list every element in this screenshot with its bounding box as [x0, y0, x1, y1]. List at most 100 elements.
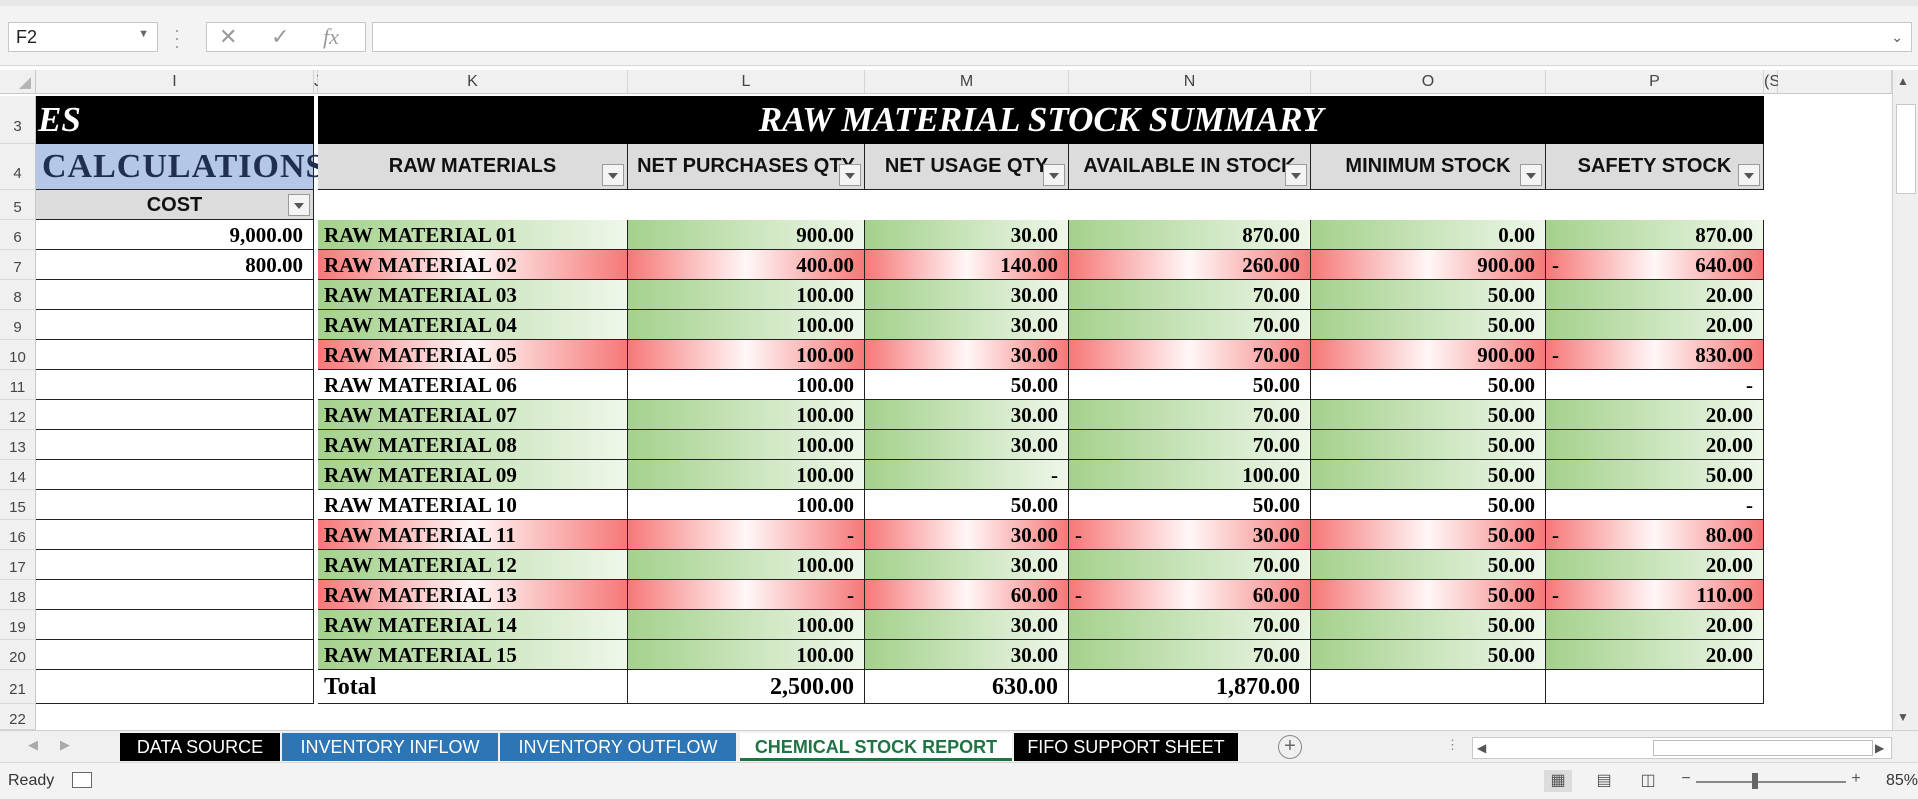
column-header[interactable]: (S [1764, 70, 1780, 94]
stock-usage-cell[interactable]: 30.00 [865, 400, 1069, 430]
stock-safety-cell[interactable]: 20.00 [1546, 550, 1764, 580]
material-name-cell[interactable]: RAW MATERIAL 04 [318, 310, 628, 340]
table-header[interactable]: MINIMUM STOCK [1311, 144, 1546, 190]
stock-purchases-cell[interactable]: 100.00 [628, 280, 865, 310]
sheet-tab[interactable]: DATA SOURCE [120, 733, 280, 761]
stock-usage-cell[interactable]: 30.00 [865, 610, 1069, 640]
row-header[interactable]: 15 [0, 490, 36, 520]
cost-cell[interactable] [36, 370, 314, 400]
stock-usage-cell[interactable]: 30.00 [865, 220, 1069, 250]
formula-input[interactable]: ⌄ [372, 22, 1912, 52]
sheet-tab[interactable]: FIFO SUPPORT SHEET [1014, 733, 1238, 761]
cost-cell[interactable] [36, 670, 314, 704]
stock-minimum-cell[interactable]: 900.00 [1311, 340, 1546, 370]
horizontal-scrollbar[interactable]: ◀ ▶ [1472, 737, 1892, 759]
cost-cell[interactable] [36, 310, 314, 340]
stock-available-cell[interactable]: 50.00 [1069, 370, 1311, 400]
stock-available-cell[interactable]: 70.00 [1069, 610, 1311, 640]
total-label[interactable]: Total [318, 670, 628, 704]
row-header[interactable]: 11 [0, 370, 36, 400]
page-layout-icon[interactable]: ▤ [1590, 770, 1618, 792]
column-header-empty[interactable] [1778, 70, 1892, 94]
filter-dropdown-icon[interactable] [1738, 164, 1760, 186]
column-header[interactable]: I [36, 70, 314, 94]
stock-usage-cell[interactable]: 30.00 [865, 550, 1069, 580]
stock-minimum-cell[interactable]: 50.00 [1311, 490, 1546, 520]
stock-safety-cell[interactable]: 20.00 [1546, 280, 1764, 310]
stock-available-cell[interactable]: 70.00 [1069, 310, 1311, 340]
stock-minimum-cell[interactable]: 50.00 [1311, 430, 1546, 460]
stock-available-cell[interactable]: 70.00 [1069, 550, 1311, 580]
row-header[interactable]: 16 [0, 520, 36, 550]
cost-cell[interactable] [36, 430, 314, 460]
cost-cell[interactable] [36, 640, 314, 670]
column-header[interactable]: M [865, 70, 1069, 94]
stock-available-cell[interactable]: 70.00 [1069, 340, 1311, 370]
stock-usage-cell[interactable]: 30.00 [865, 310, 1069, 340]
cost-cell[interactable] [36, 460, 314, 490]
stock-available-cell[interactable]: 100.00 [1069, 460, 1311, 490]
scroll-down-icon[interactable]: ▼ [1897, 710, 1909, 724]
table-header[interactable]: SAFETY STOCK [1546, 144, 1764, 190]
select-all-button[interactable] [0, 70, 36, 94]
stock-purchases-cell[interactable]: 100.00 [628, 370, 865, 400]
row-header[interactable]: 14 [0, 460, 36, 490]
row-header[interactable]: 20 [0, 640, 36, 670]
cost-cell[interactable] [36, 610, 314, 640]
cost-cell[interactable] [36, 580, 314, 610]
cost-cell[interactable] [36, 280, 314, 310]
material-name-cell[interactable]: RAW MATERIAL 10 [318, 490, 628, 520]
summary-title[interactable]: RAW MATERIAL STOCK SUMMARY [318, 96, 1764, 144]
sheet-tab[interactable]: INVENTORY OUTFLOW [500, 733, 736, 761]
column-header[interactable]: O [1311, 70, 1546, 94]
calculations-header[interactable]: CALCULATIONS [36, 144, 324, 190]
stock-purchases-cell[interactable]: 100.00 [628, 460, 865, 490]
row-header[interactable]: 7 [0, 250, 36, 280]
column-header[interactable]: K [318, 70, 628, 94]
scroll-left-icon[interactable]: ◀ [1477, 741, 1486, 755]
prev-sheet-icon[interactable]: ◀ [28, 737, 38, 753]
stock-purchases-cell[interactable]: 100.00 [628, 430, 865, 460]
vertical-scrollbar[interactable]: ▲ ▼ [1892, 70, 1918, 730]
cost-cell[interactable] [36, 520, 314, 550]
material-name-cell[interactable]: RAW MATERIAL 14 [318, 610, 628, 640]
column-header[interactable]: L [628, 70, 865, 94]
row-header[interactable]: 4 [0, 144, 36, 190]
row-header[interactable]: 17 [0, 550, 36, 580]
filter-dropdown-icon[interactable] [288, 194, 310, 216]
material-name-cell[interactable]: RAW MATERIAL 15 [318, 640, 628, 670]
stock-usage-cell[interactable]: 50.00 [865, 490, 1069, 520]
stock-minimum-cell[interactable]: 0.00 [1311, 220, 1546, 250]
material-name-cell[interactable]: RAW MATERIAL 01 [318, 220, 628, 250]
row-header[interactable]: 13 [0, 430, 36, 460]
left-banner[interactable]: ES [36, 96, 314, 144]
horizontal-scroll-thumb[interactable] [1653, 740, 1873, 756]
stock-safety-cell[interactable]: - [1546, 370, 1764, 400]
stock-usage-cell[interactable]: 30.00 [865, 520, 1069, 550]
cost-header[interactable]: COST [36, 190, 314, 220]
stock-usage-cell[interactable]: 60.00 [865, 580, 1069, 610]
table-header[interactable]: NET USAGE QTY [865, 144, 1069, 190]
filter-dropdown-icon[interactable] [839, 164, 861, 186]
stock-minimum-cell[interactable]: 50.00 [1311, 610, 1546, 640]
stock-available-cell[interactable]: 70.00 [1069, 430, 1311, 460]
stock-safety-cell[interactable]: 20.00 [1546, 640, 1764, 670]
stock-usage-cell[interactable]: 30.00 [865, 340, 1069, 370]
stock-usage-cell[interactable]: 30.00 [865, 430, 1069, 460]
stock-minimum-cell[interactable]: 50.00 [1311, 550, 1546, 580]
total-empty-cell[interactable] [1311, 670, 1546, 704]
column-header[interactable]: N [1069, 70, 1311, 94]
material-name-cell[interactable]: RAW MATERIAL 03 [318, 280, 628, 310]
row-header[interactable]: 18 [0, 580, 36, 610]
stock-safety-cell[interactable]: - 640.00 [1546, 250, 1764, 280]
total-purchases[interactable]: 2,500.00 [628, 670, 865, 704]
cost-cell[interactable]: 9,000.00 [36, 220, 314, 250]
zoom-level[interactable]: 85% [1886, 772, 1918, 790]
next-sheet-icon[interactable]: ▶ [60, 737, 70, 753]
stock-available-cell[interactable]: 70.00 [1069, 280, 1311, 310]
stock-safety-cell[interactable]: 20.00 [1546, 310, 1764, 340]
stock-available-cell[interactable]: 870.00 [1069, 220, 1311, 250]
row-header[interactable]: 21 [0, 670, 36, 704]
total-usage[interactable]: 630.00 [865, 670, 1069, 704]
row-header[interactable]: 9 [0, 310, 36, 340]
